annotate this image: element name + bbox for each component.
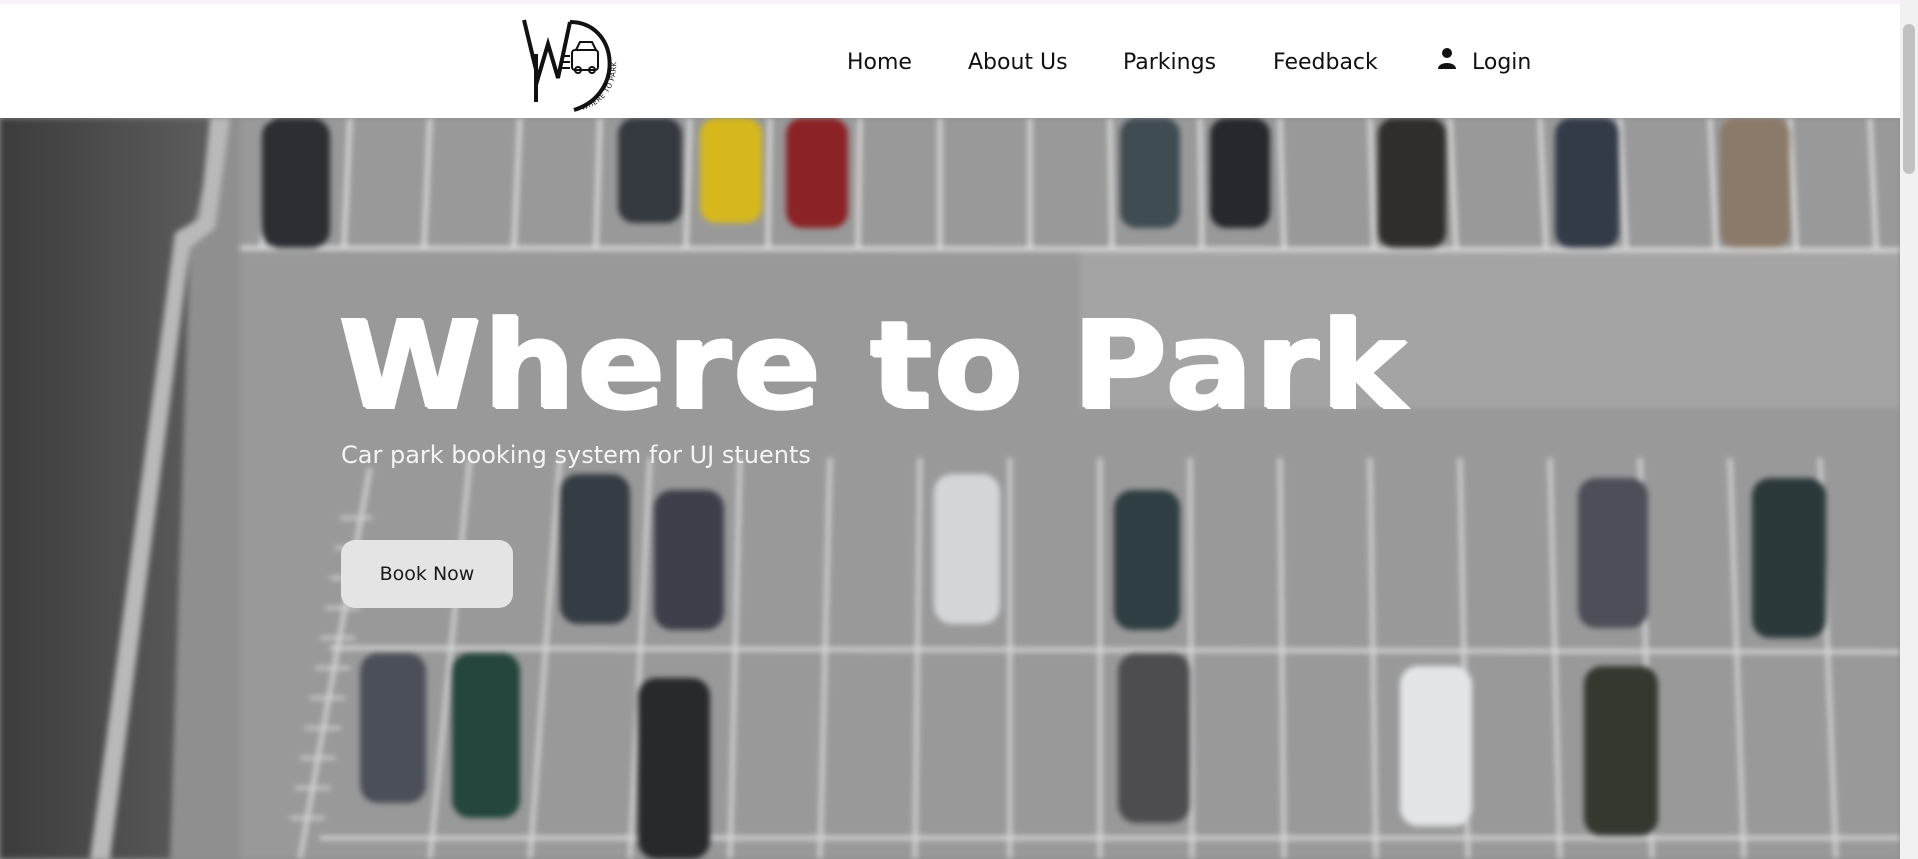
book-now-button[interactable]: Book Now	[341, 540, 513, 608]
hero-subtitle: Car park booking system for UJ stuents	[341, 441, 811, 469]
nav-home-link[interactable]: Home	[847, 48, 912, 78]
nav-about-link[interactable]: About Us	[968, 48, 1068, 78]
site-header: WHERE TO PARK Home About Us Parkings Fee…	[0, 4, 1900, 118]
nav-login-label: Login	[1472, 50, 1532, 75]
scrollbar-thumb[interactable]	[1903, 24, 1915, 174]
hero-section: Where to Park Car park booking system fo…	[0, 118, 1900, 859]
user-icon	[1438, 48, 1456, 69]
hero-background-image	[0, 118, 1900, 859]
nav-parkings-link[interactable]: Parkings	[1123, 48, 1216, 78]
nav-feedback-link[interactable]: Feedback	[1273, 48, 1378, 78]
main-nav: Home About Us Parkings Feedback Login	[0, 4, 1900, 118]
hero-title: Where to Park	[338, 294, 1409, 436]
nav-login-link[interactable]: Login	[1437, 48, 1531, 78]
